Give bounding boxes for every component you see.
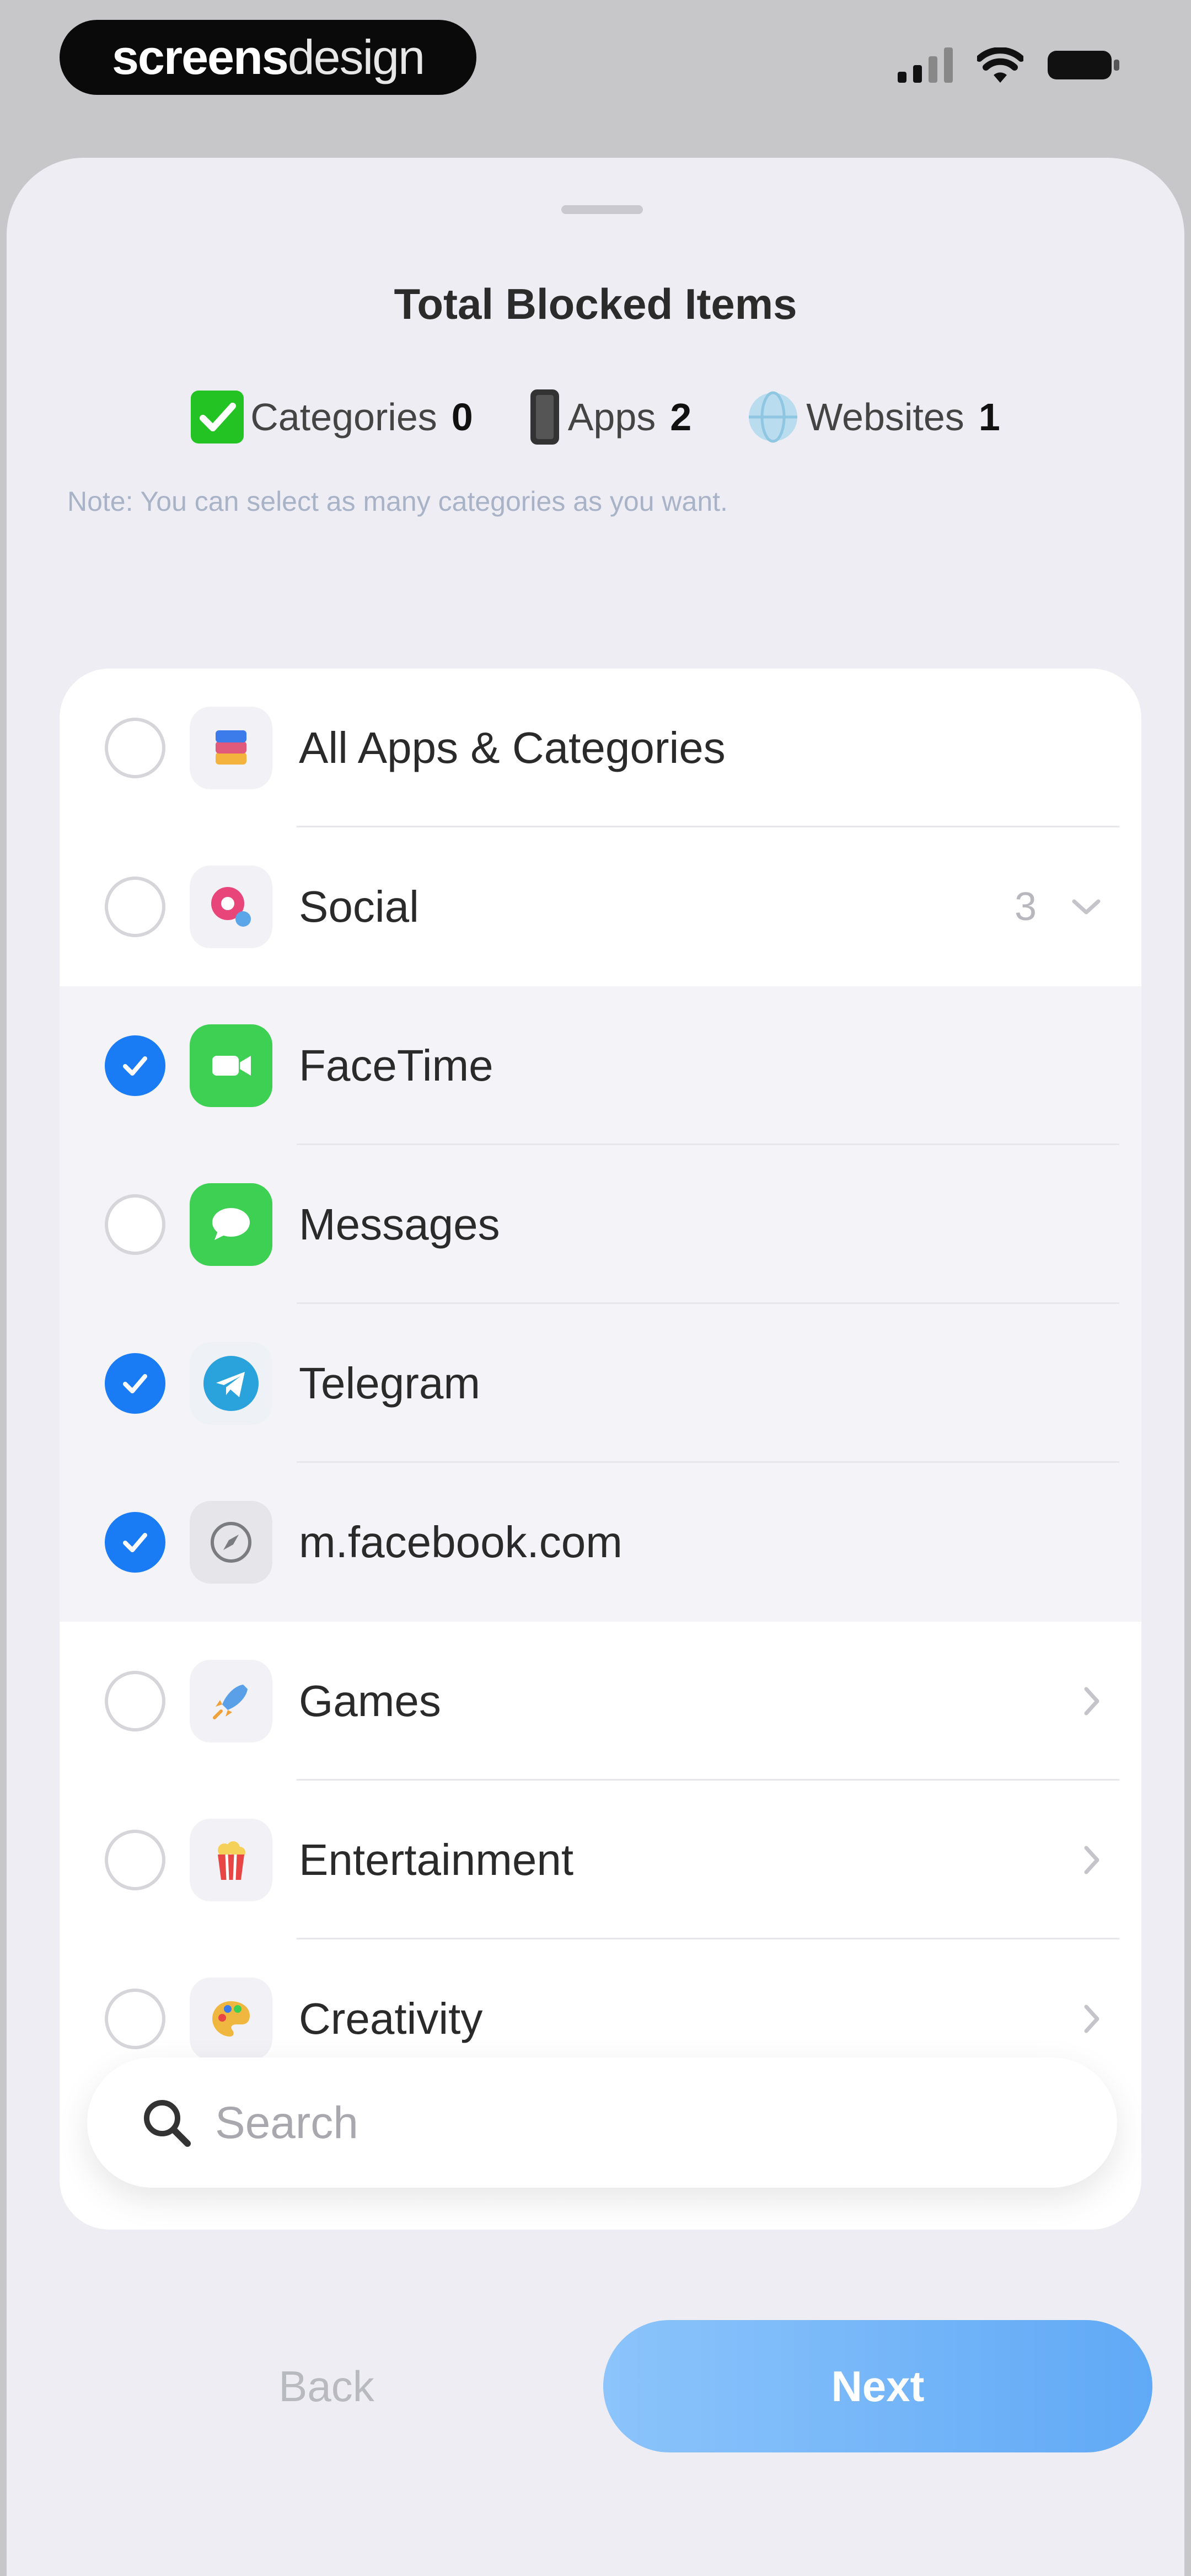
count-categories-value: 0: [451, 396, 473, 439]
count-websites-label: Websites: [806, 396, 964, 439]
signal-icon: [898, 47, 953, 83]
social-count: 3: [1014, 885, 1037, 929]
list-item-label: m.facebook.com: [299, 1517, 623, 1567]
chevron-down-icon[interactable]: [1070, 896, 1103, 918]
list-item-facebook-website[interactable]: m.facebook.com: [60, 1463, 1141, 1622]
checkbox[interactable]: [105, 877, 165, 937]
messages-icon: [190, 1183, 272, 1266]
count-categories-label: Categories: [250, 396, 437, 439]
back-button[interactable]: Back: [200, 2320, 453, 2452]
checkbox-checked[interactable]: [105, 1353, 165, 1414]
globe-icon: [749, 391, 798, 443]
list-item-facetime[interactable]: FaceTime: [60, 986, 1141, 1145]
checkbox[interactable]: [105, 1194, 165, 1255]
green-check-icon: [191, 391, 244, 443]
checkmark-icon: [123, 1374, 147, 1393]
sheet-grabber[interactable]: [561, 205, 643, 214]
facetime-icon: [190, 1024, 272, 1107]
entertainment-trailing: [1081, 1843, 1103, 1877]
games-trailing: [1081, 1685, 1103, 1718]
social-bubble-icon: [190, 865, 272, 948]
list-item-telegram[interactable]: Telegram: [60, 1304, 1141, 1463]
palette-icon: [190, 1978, 272, 2060]
creativity-trailing: [1081, 2002, 1103, 2035]
list-item-label: All Apps & Categories: [299, 723, 726, 772]
social-trailing: 3: [1015, 884, 1103, 929]
count-apps-value: 2: [670, 396, 692, 439]
list-item-label: Games: [299, 1676, 441, 1725]
watermark-bold-text: screens: [111, 30, 289, 84]
checkbox[interactable]: [105, 1989, 165, 2049]
compass-icon: [190, 1501, 272, 1584]
count-apps: Apps 2: [528, 389, 692, 445]
popcorn-icon: [190, 1819, 272, 1901]
count-websites-value: 1: [978, 396, 1000, 439]
list-item-social[interactable]: Social 3: [60, 827, 1141, 986]
count-websites: Websites 1: [747, 391, 1000, 443]
telegram-icon: [190, 1342, 272, 1425]
list-item-messages[interactable]: Messages: [60, 1145, 1141, 1304]
list-item-label: Creativity: [299, 1994, 483, 2043]
list-item-entertainment[interactable]: Entertainment: [60, 1781, 1141, 1939]
count-categories: Categories 0: [191, 391, 473, 443]
checkmark-icon: [123, 1533, 147, 1552]
count-apps-label: Apps: [567, 396, 656, 439]
list-item-label: Telegram: [299, 1359, 481, 1408]
selection-note: Note: You can select as many categories …: [67, 486, 728, 517]
checkbox[interactable]: [105, 1671, 165, 1731]
blocked-counts: Categories 0 Apps 2 Websites 1: [7, 389, 1184, 445]
checkmark-icon: [123, 1056, 147, 1076]
rocket-icon: [190, 1660, 272, 1743]
checkbox-checked[interactable]: [105, 1512, 165, 1573]
list-item-games[interactable]: Games: [60, 1622, 1141, 1781]
list-item-label: FaceTime: [299, 1041, 493, 1090]
list-item-label: Messages: [299, 1200, 500, 1249]
next-button[interactable]: Next: [603, 2320, 1152, 2452]
battery-icon: [1048, 51, 1119, 79]
list-item-all-apps[interactable]: All Apps & Categories: [60, 669, 1141, 827]
checkbox-checked[interactable]: [105, 1035, 165, 1096]
chevron-right-icon[interactable]: [1081, 2002, 1103, 2035]
phone-icon: [530, 389, 559, 445]
checkbox[interactable]: [105, 718, 165, 778]
list-item-label: Social: [299, 882, 419, 931]
watermark-light-text: design: [287, 30, 425, 84]
search-input[interactable]: [214, 2080, 1076, 2167]
page-title: Total Blocked Items: [394, 280, 797, 328]
wifi-icon: [977, 47, 1023, 83]
checkbox[interactable]: [105, 1830, 165, 1890]
status-bar-icons: [898, 47, 1119, 83]
search-bar[interactable]: [87, 2057, 1117, 2188]
category-list: All Apps & Categories Social 3 FaceTime …: [60, 669, 1141, 2230]
bottom-sheet: Total Blocked Items Categories 0 Apps 2: [7, 158, 1184, 2576]
stack-icon: [190, 707, 272, 789]
chevron-right-icon[interactable]: [1081, 1685, 1103, 1718]
chevron-right-icon[interactable]: [1081, 1843, 1103, 1877]
screensdesign-watermark: screens design: [60, 20, 476, 95]
search-icon: [144, 2100, 191, 2147]
list-item-label: Entertainment: [299, 1835, 574, 1884]
